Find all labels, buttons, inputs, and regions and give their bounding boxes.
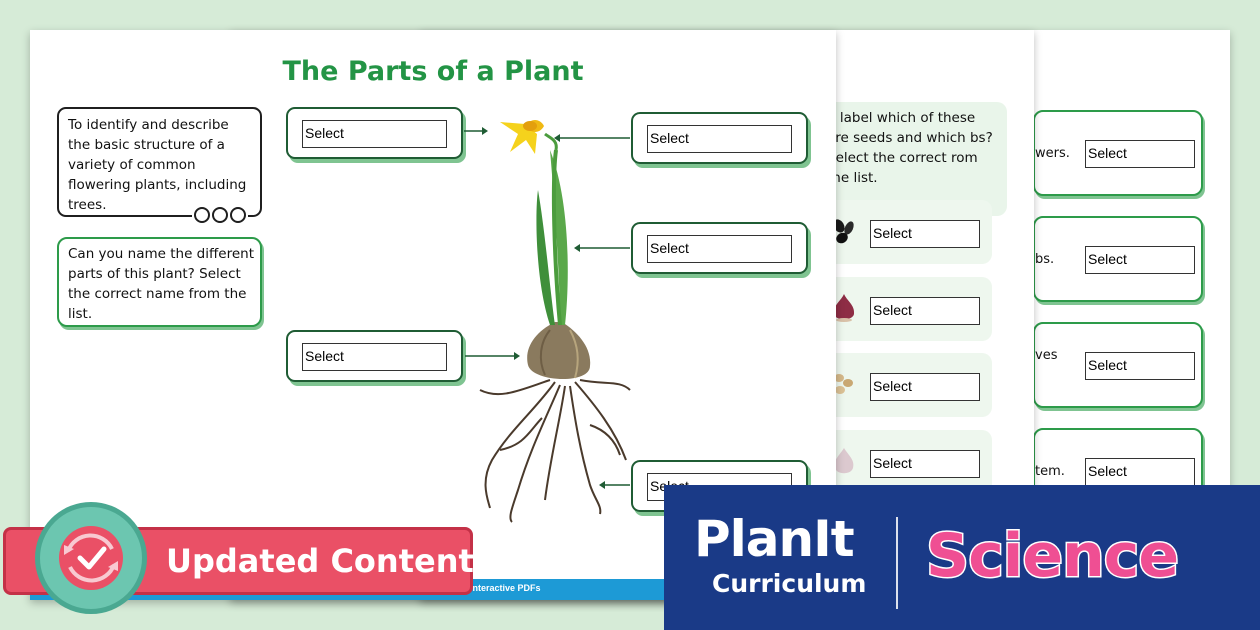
roots-icon [479, 379, 631, 523]
select-dropdown[interactable]: Select [1085, 458, 1195, 486]
select-dropdown[interactable]: Select [870, 297, 980, 325]
bulb-icon [527, 322, 591, 380]
daffodil-flower-icon [500, 120, 544, 154]
refresh-check-badge [35, 502, 147, 614]
arrow-icon [464, 127, 488, 135]
stem-and-leaves-icon [536, 132, 568, 326]
updated-content-label: Updated Content! [166, 542, 489, 580]
refresh-check-icon [64, 533, 118, 583]
arrow-icon [465, 352, 520, 360]
science-logo-text: Science [924, 520, 1180, 593]
worksheet3-row-1: wers. Select [1033, 110, 1203, 196]
arrow-icon [574, 244, 630, 252]
select-dropdown[interactable]: Select [1085, 140, 1195, 168]
select-dropdown[interactable]: Select [1085, 246, 1195, 274]
select-dropdown[interactable]: Select [870, 450, 980, 478]
select-dropdown[interactable]: Select [1085, 352, 1195, 380]
footer-label: Interactive PDFs [470, 583, 541, 593]
select-dropdown[interactable]: Select [870, 220, 980, 248]
planit-logo-text: PlanIt [694, 510, 855, 568]
row-text: ves [1035, 348, 1058, 363]
select-dropdown[interactable]: Select [870, 373, 980, 401]
arrow-icon [554, 134, 630, 142]
row-text: tem. [1035, 464, 1065, 479]
curriculum-logo-text: Curriculum [712, 569, 867, 598]
row-text: wers. [1035, 146, 1070, 161]
worksheet3-row-3: ves Select [1033, 322, 1203, 408]
brand-divider [896, 517, 898, 609]
planit-science-brand-panel: PlanIt Curriculum Science [664, 485, 1260, 630]
seeds-bulbs-question: u label which of these are seeds and whi… [807, 102, 1007, 216]
arrow-icon [599, 481, 630, 489]
row-text: bs. [1035, 252, 1055, 267]
worksheet3-row-2: bs. Select [1033, 216, 1203, 302]
